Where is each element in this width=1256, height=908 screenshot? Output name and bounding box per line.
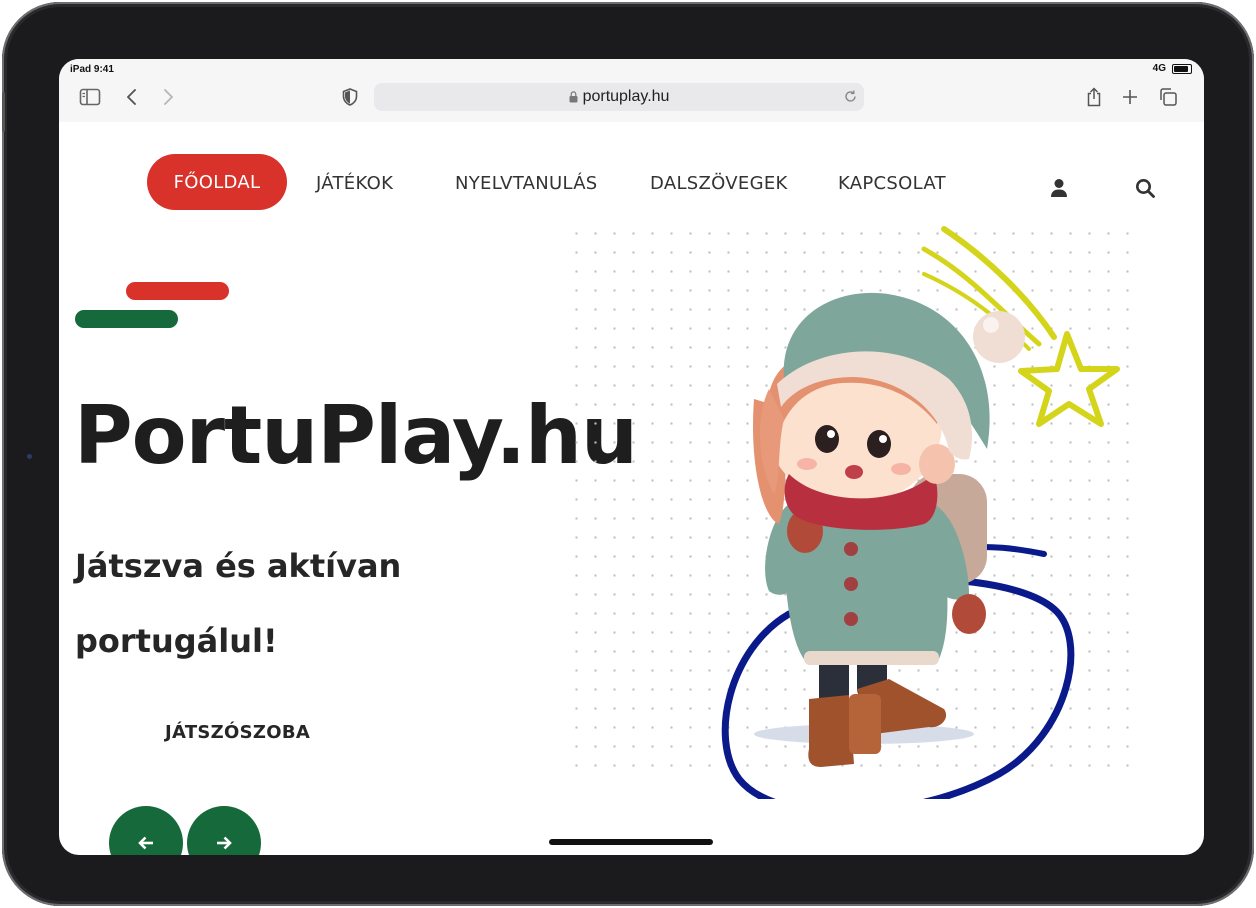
- forward-icon[interactable]: [157, 86, 179, 108]
- decor-bar-green: [75, 310, 178, 328]
- ipad-frame: iPad 9:41 4G portuplay.hu FŐOLDAL JÁTÉKO…: [2, 2, 1254, 906]
- decor-bar-red: [126, 282, 229, 300]
- battery-icon: [1172, 63, 1192, 74]
- carousel-next-button[interactable]: [187, 806, 261, 855]
- network-label: 4G: [1152, 63, 1166, 74]
- arrow-left-icon: [138, 836, 153, 850]
- url-bar[interactable]: portuplay.hu: [374, 83, 864, 111]
- nav-item-dalszovegek[interactable]: DALSZÖVEGEK: [650, 173, 788, 194]
- tabs-overview-icon[interactable]: [1157, 86, 1179, 108]
- reload-icon[interactable]: [843, 89, 858, 109]
- privacy-shield-icon[interactable]: [339, 86, 361, 108]
- camera-dot: [27, 454, 32, 459]
- nav-item-jatekok[interactable]: JÁTÉKOK: [316, 173, 393, 194]
- nav-item-fooldal[interactable]: FŐOLDAL: [147, 154, 287, 210]
- arrow-right-icon: [217, 836, 232, 850]
- url-text: portuplay.hu: [582, 88, 670, 105]
- hero-subtitle: Játszva és aktívan portugálul!: [75, 547, 402, 660]
- browser-chrome: iPad 9:41 4G portuplay.hu: [59, 59, 1204, 122]
- back-icon[interactable]: [121, 86, 143, 108]
- new-tab-icon[interactable]: [1119, 86, 1141, 108]
- search-icon[interactable]: [1133, 176, 1157, 200]
- status-right: 4G: [1153, 63, 1192, 74]
- hero-illustration: [721, 226, 1120, 799]
- home-indicator: [549, 839, 713, 845]
- hero-title: PortuPlay.hu: [74, 389, 638, 482]
- jatszoszoba-link[interactable]: JÁTSZÓSZOBA: [165, 722, 310, 743]
- screen: iPad 9:41 4G portuplay.hu FŐOLDAL JÁTÉKO…: [59, 59, 1204, 855]
- user-icon[interactable]: [1047, 176, 1071, 200]
- status-time: iPad 9:41: [70, 64, 114, 75]
- lock-icon: [569, 91, 578, 103]
- volume-button: [2, 92, 5, 132]
- carousel-prev-button[interactable]: [109, 806, 183, 855]
- nav-item-nyelvtanulas[interactable]: NYELVTANULÁS: [455, 173, 598, 194]
- share-icon[interactable]: [1083, 86, 1105, 108]
- nav-item-kapcsolat[interactable]: KAPCSOLAT: [838, 173, 946, 194]
- sidebar-icon[interactable]: [79, 86, 101, 108]
